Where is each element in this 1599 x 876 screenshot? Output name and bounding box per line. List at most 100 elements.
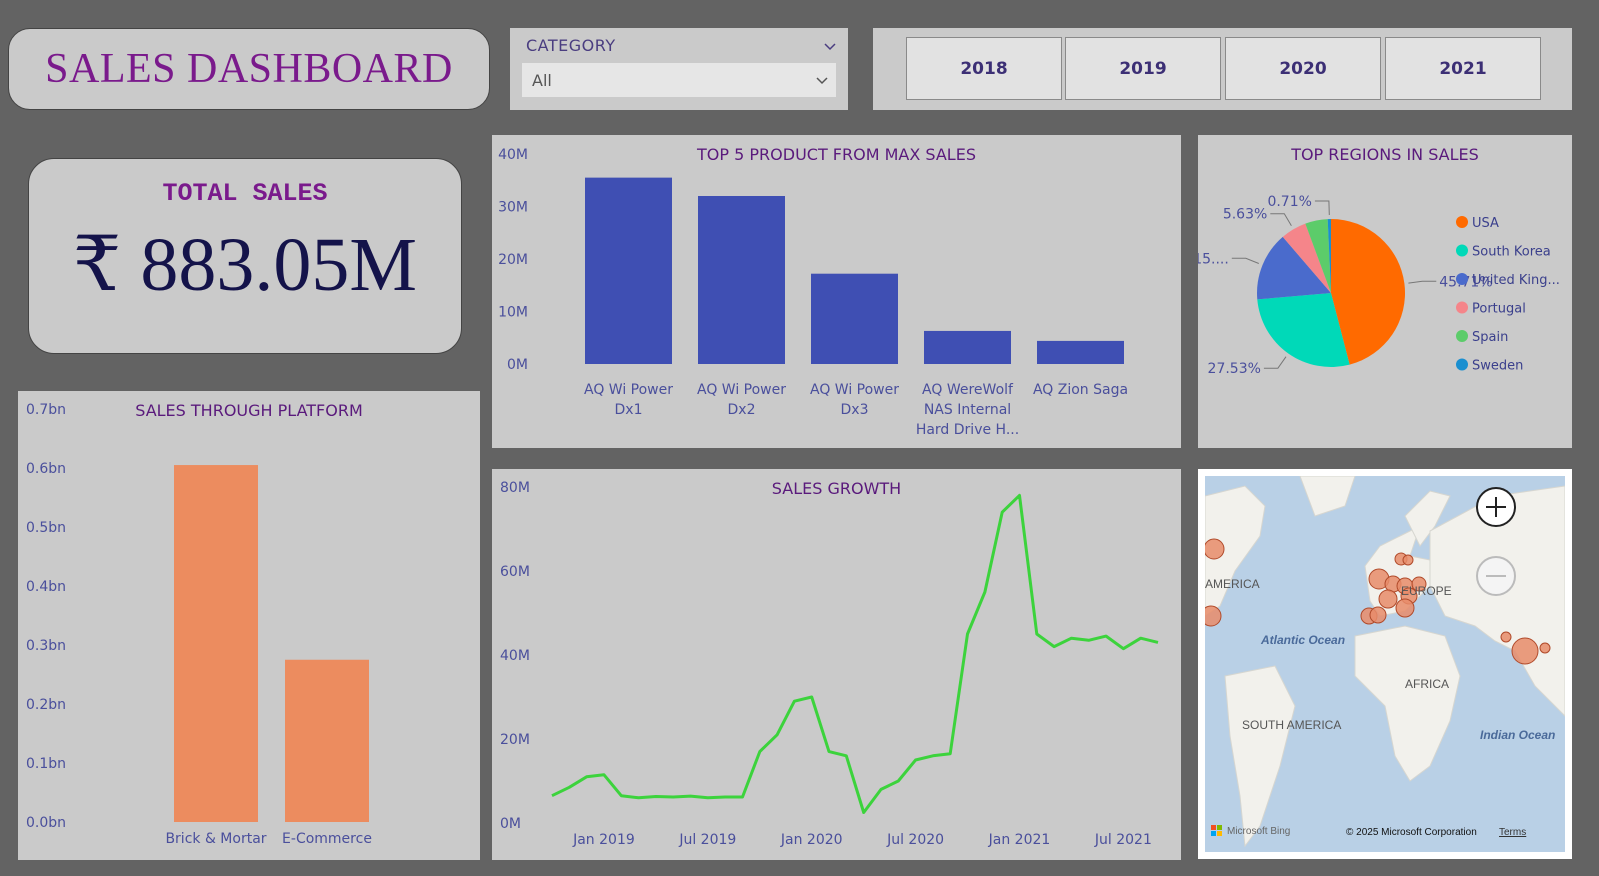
platform-bar[interactable] [285, 659, 369, 822]
sales-map-panel: AMERICA EUROPE Atlantic Ocean AFRICA SOU… [1198, 469, 1572, 859]
dropdown-chevron-icon[interactable] [816, 74, 828, 86]
year-button-2018[interactable]: 2018 [906, 37, 1062, 100]
pie-leader-line [1270, 213, 1292, 227]
y-tick-label: 0.0bn [26, 815, 66, 831]
top-products-bar-chart: 0M 10M 20M 30M 40M AQ Wi Power Dx1 AQ Wi Power D… [498, 147, 1128, 438]
map-label-atlantic: Atlantic Ocean [1261, 633, 1346, 647]
total-sales-card: TOTAL SALES ₹ 883.05M [28, 158, 462, 354]
map-bubble[interactable] [1395, 598, 1415, 618]
platform-bar-chart: 0.0bn 0.1bn 0.2bn 0.3bn 0.4bn 0.5bn 0.6bn 0.7bn… [26, 402, 372, 847]
product-category-label: AQ Wi Power [810, 382, 899, 398]
y-tick-label: 0M [507, 357, 528, 373]
legend-marker [1456, 244, 1468, 257]
sales-growth-chart-panel: SALES GROWTH 0M 20M 40M 60M 80M Jan 2019 Jul 2… [492, 469, 1181, 860]
product-category-label: AQ Wi Power [584, 382, 673, 398]
year-button-2019[interactable]: 2019 [1065, 37, 1221, 100]
legend-label[interactable]: USA [1472, 216, 1499, 231]
x-tick-label: Jul 2019 [678, 832, 736, 848]
y-tick-label: 30M [498, 200, 528, 216]
pie-slice-label: 5.63% [1223, 207, 1267, 223]
y-tick-label: 60M [500, 564, 530, 580]
pie-leader-line [1314, 200, 1330, 216]
map-bubble[interactable] [1205, 605, 1222, 627]
map-bubble[interactable] [1500, 631, 1512, 643]
dashboard-title-card: SALES DASHBOARD [8, 28, 490, 110]
zoom-out-button[interactable] [1476, 556, 1516, 596]
y-tick-label: 0.7bn [26, 402, 66, 418]
bing-credit: Microsoft Bing [1211, 825, 1290, 837]
legend-label[interactable]: Spain [1472, 330, 1508, 345]
x-tick-label: Jul 2020 [886, 832, 944, 848]
product-category-label: Dx3 [841, 402, 869, 418]
pie-leader-line [1408, 280, 1437, 284]
map-bubble[interactable] [1205, 538, 1225, 560]
bing-credit-text: Microsoft Bing [1227, 825, 1291, 837]
product-bar[interactable] [924, 330, 1011, 364]
x-tick-label: Jan 2019 [572, 832, 635, 848]
map-bubble[interactable] [1369, 606, 1387, 624]
category-slicer: CATEGORY All [510, 28, 848, 110]
total-sales-value: ₹ 883.05M [73, 223, 417, 307]
plus-icon [1486, 497, 1506, 517]
product-bar[interactable] [811, 273, 898, 364]
y-tick-label: 0.5bn [26, 520, 66, 536]
legend-marker [1456, 273, 1468, 285]
product-category-label: Dx2 [728, 402, 756, 418]
map-copyright: © 2025 Microsoft Corporation [1346, 827, 1477, 838]
legend-marker [1456, 358, 1468, 371]
pie-slice-label: 27.53% [1208, 361, 1261, 377]
year-slicer: 2018 2019 2020 2021 [873, 28, 1572, 110]
y-tick-label: 20M [498, 252, 528, 268]
platform-bar[interactable] [174, 465, 258, 822]
world-map-shapes [1205, 476, 1565, 848]
y-tick-label: 0.6bn [26, 461, 66, 477]
legend-marker [1456, 330, 1468, 342]
pie-slice-label: 0.71% [1267, 194, 1311, 210]
legend-marker [1456, 216, 1468, 228]
legend-label[interactable]: Sweden [1472, 359, 1523, 374]
product-category-label: AQ WereWolf [922, 382, 1014, 398]
minus-icon [1486, 575, 1506, 577]
pie-slice-label: 15.... [1198, 251, 1229, 267]
product-bar[interactable] [698, 196, 785, 364]
pie-leader-line [1231, 257, 1259, 264]
category-dropdown[interactable]: All [522, 63, 836, 97]
product-category-label: AQ Zion Saga [1033, 382, 1128, 398]
legend-label[interactable]: South Korea [1472, 245, 1551, 260]
category-label: CATEGORY [526, 36, 616, 55]
map-label-south-america: SOUTH AMERICA [1242, 718, 1342, 732]
category-selected-value: All [532, 70, 552, 90]
product-bar[interactable] [585, 177, 672, 364]
top-products-chart-panel: TOP 5 PRODUCT FROM MAX SALES 0M 10M 20M 30M… [492, 135, 1181, 448]
sales-growth-line-chart: 0M 20M 40M 60M 80M Jan 2019 Jul 2019 Jan 2020 Ju… [500, 480, 1159, 848]
map-terms-link[interactable]: Terms [1499, 827, 1526, 838]
y-tick-label: 0M [500, 816, 521, 832]
map-bubble[interactable] [1511, 637, 1539, 665]
map-bubble[interactable] [1378, 589, 1398, 609]
y-tick-label: 10M [498, 305, 528, 321]
map-bubble[interactable] [1539, 642, 1551, 654]
x-tick-label: Jul 2021 [1094, 832, 1152, 848]
product-category-label: Dx1 [615, 402, 643, 418]
zoom-in-button[interactable] [1476, 487, 1516, 527]
y-tick-label: 80M [500, 480, 530, 496]
product-bar[interactable] [1037, 340, 1124, 364]
map-label-africa: AFRICA [1405, 677, 1450, 691]
sales-growth-line[interactable] [551, 493, 1159, 814]
legend-label[interactable]: Portugal [1472, 302, 1526, 317]
y-tick-label: 40M [500, 648, 530, 664]
total-sales-label: TOTAL SALES [162, 179, 328, 208]
microsoft-logo-icon [1211, 825, 1222, 836]
year-button-2020[interactable]: 2020 [1225, 37, 1381, 100]
legend-label[interactable]: United King... [1472, 273, 1560, 288]
map-bubble[interactable] [1402, 554, 1414, 566]
year-button-2021[interactable]: 2021 [1385, 37, 1541, 100]
product-category-label: AQ Wi Power [697, 382, 786, 398]
category-slicer-header[interactable]: CATEGORY [526, 36, 836, 55]
sales-map[interactable]: AMERICA EUROPE Atlantic Ocean AFRICA SOU… [1205, 476, 1565, 852]
y-tick-label: 40M [498, 147, 528, 163]
product-category-label: NAS Internal [924, 402, 1011, 418]
chevron-down-icon[interactable] [824, 40, 836, 52]
y-tick-label: 0.2bn [26, 697, 66, 713]
map-label-america: AMERICA [1205, 577, 1260, 591]
